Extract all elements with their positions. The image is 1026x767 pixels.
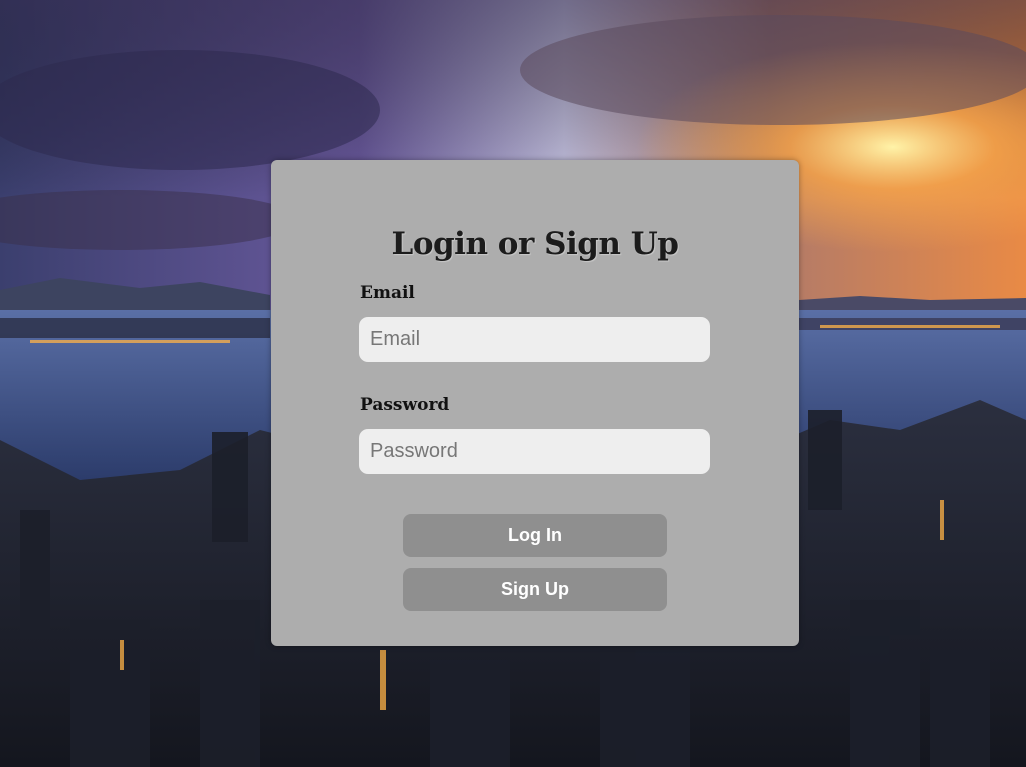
auth-card: Login or Sign Up Email Password Log In S… <box>271 160 799 646</box>
email-input[interactable] <box>359 317 710 362</box>
password-label: Password <box>360 395 450 415</box>
email-label: Email <box>360 283 415 303</box>
signup-button[interactable]: Sign Up <box>403 568 667 611</box>
page-title: Login or Sign Up <box>391 226 679 262</box>
login-button[interactable]: Log In <box>403 514 667 557</box>
password-input[interactable] <box>359 429 710 474</box>
